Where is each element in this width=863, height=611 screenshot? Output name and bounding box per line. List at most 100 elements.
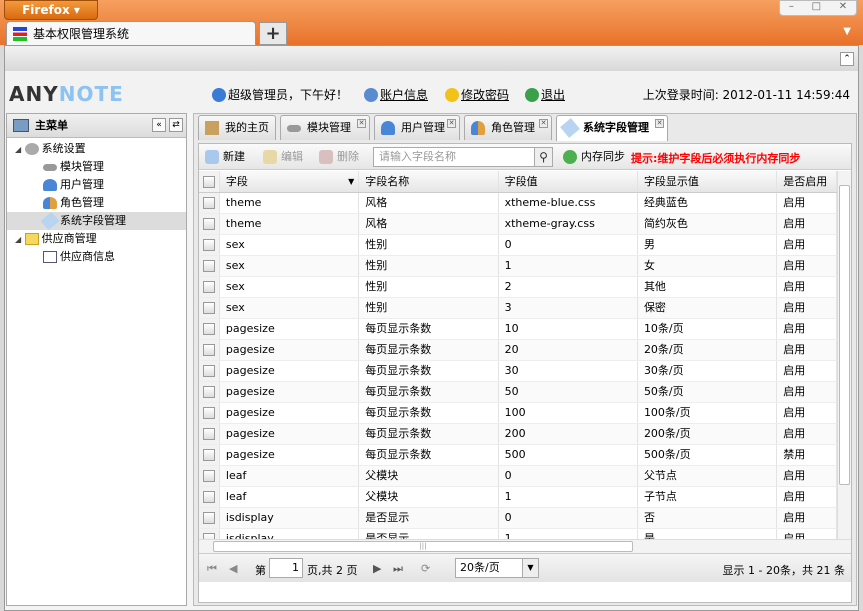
logout-link[interactable]: 退出 [525,86,565,103]
table-cell: 启用 [777,319,837,339]
table-row[interactable]: pagesize 每页显示条数 500 500条/页 禁用 [199,445,837,466]
column-header[interactable]: 是否启用 [777,171,837,192]
top-bar: ⌃ [5,46,858,71]
table-row[interactable]: leaf 父模块 1 子节点 启用 [199,487,837,508]
refresh-tree-button[interactable]: ⇄ [169,118,183,132]
close-tab-icon[interactable]: ✕ [357,119,366,128]
sync-button[interactable]: 内存同步 [563,150,625,164]
table-row[interactable]: pagesize 每页显示条数 10 10条/页 启用 [199,319,837,340]
last-page-button[interactable]: ⏭ [393,562,403,576]
row-checkbox[interactable] [199,382,220,402]
tree-item-role[interactable]: 角色管理 [7,194,186,212]
logo: ANYNOTE [9,82,124,106]
table-cell: pagesize [220,403,360,423]
first-page-button[interactable]: ⏮ [207,562,217,576]
row-checkbox[interactable] [199,277,220,297]
delete-button[interactable]: 删除 [319,150,359,164]
column-header[interactable]: 字段显示值 [638,171,778,192]
row-checkbox[interactable] [199,298,220,318]
scroll-thumb[interactable]: ||| [213,541,633,552]
logout-text[interactable]: 退出 [541,86,565,103]
table-row[interactable]: pagesize 每页显示条数 100 100条/页 启用 [199,403,837,424]
change-password-link[interactable]: 修改密码 [445,86,509,103]
refresh-icon[interactable]: ⟳ [421,562,430,575]
table-cell: 是 [638,529,778,539]
minimize-button[interactable]: – [789,1,794,15]
row-checkbox[interactable] [199,235,220,255]
row-checkbox[interactable] [199,466,220,486]
table-row[interactable]: sex 性别 0 男启用 [199,235,837,256]
table-row[interactable]: leaf 父模块 0 父节点 启用 [199,466,837,487]
page-number-input[interactable]: 1 [269,558,303,578]
row-checkbox[interactable] [199,445,220,465]
tab-role[interactable]: 角色管理 ✕ [464,115,552,140]
table-row[interactable]: sex 性别 3 保密 启用 [199,298,837,319]
maximize-button[interactable]: □ [812,1,821,15]
edit-button[interactable]: 编辑 [263,150,303,164]
row-checkbox[interactable] [199,256,220,276]
select-all-checkbox[interactable] [199,171,220,192]
new-button[interactable]: 新建 [205,150,245,164]
vertical-scrollbar[interactable] [837,171,851,539]
new-tab-button[interactable]: + [259,22,287,45]
close-button[interactable]: ✕ [839,1,847,15]
column-header[interactable]: 字段名称 [359,171,499,192]
table-row[interactable]: pagesize 每页显示条数 30 30条/页 启用 [199,361,837,382]
tab-list-icon[interactable]: ▼ [843,26,851,37]
prev-page-button[interactable]: ◀ [229,562,237,575]
table-row[interactable]: isdisplay 是否显示 0 否启用 [199,508,837,529]
close-tab-icon[interactable]: ✕ [447,119,456,128]
tree-item-user[interactable]: 用户管理 [7,176,186,194]
sort-menu-icon[interactable]: ▼ [348,171,354,192]
collapse-sidebar-button[interactable]: « [152,118,166,132]
fields-grid: 字段 ▼ 字段名称 字段值 字段显示值 是否启用 theme 风格 xtheme-bl… [199,171,837,539]
account-info-link[interactable]: 账户信息 [364,86,428,103]
tab-user[interactable]: 用户管理 ✕ [374,115,460,140]
row-checkbox[interactable] [199,361,220,381]
row-checkbox[interactable] [199,214,220,234]
account-info-text[interactable]: 账户信息 [380,86,428,103]
column-header[interactable]: 字段 ▼ [220,171,360,192]
row-checkbox[interactable] [199,319,220,339]
table-row[interactable]: sex 性别 2 其他 启用 [199,277,837,298]
search-input[interactable]: 请输入字段名称 ⚲ [373,147,553,167]
horizontal-scrollbar[interactable]: ||| [199,539,851,553]
tree-group-system-settings[interactable]: ◢ 系统设置 [7,140,186,158]
tree-group-supplier[interactable]: ◢ 供应商管理 [7,230,186,248]
scroll-thumb[interactable] [839,185,850,485]
close-tab-icon[interactable]: ✕ [655,119,664,128]
tree-item-system-fields[interactable]: 系统字段管理 [7,211,186,231]
tree-item-module[interactable]: 模块管理 [7,158,186,176]
row-checkbox[interactable] [199,193,220,213]
tab-home[interactable]: 我的主页 [198,115,276,140]
tree-item-supplier-info[interactable]: 供应商信息 [7,248,186,266]
next-page-button[interactable]: ▶ [373,562,381,575]
change-password-text[interactable]: 修改密码 [461,86,509,103]
table-row[interactable]: theme 风格 xtheme-blue.css 经典蓝色 启用 [199,193,837,214]
row-checkbox[interactable] [199,529,220,539]
browser-tab[interactable]: 基本权限管理系统 [6,21,256,46]
row-checkbox[interactable] [199,487,220,507]
table-row[interactable]: pagesize 每页显示条数 50 50条/页 启用 [199,382,837,403]
tab-module[interactable]: 模块管理 ✕ [280,115,370,140]
search-icon[interactable]: ⚲ [534,148,552,166]
table-row[interactable]: isdisplay 是否显示 1 是启用 [199,529,837,539]
row-checkbox[interactable] [199,508,220,528]
table-cell: 启用 [777,214,837,234]
table-row[interactable]: pagesize 每页显示条数 200 200条/页 启用 [199,424,837,445]
row-checkbox[interactable] [199,424,220,444]
tab-system-fields[interactable]: 系统字段管理 ✕ [556,115,668,141]
table-cell: 30 [499,361,638,381]
chevron-down-icon[interactable]: ▼ [522,559,538,577]
table-row[interactable]: pagesize 每页显示条数 20 20条/页 启用 [199,340,837,361]
row-checkbox[interactable] [199,403,220,423]
table-row[interactable]: theme 风格 xtheme-gray.css 简约灰色 启用 [199,214,837,235]
close-tab-icon[interactable]: ✕ [539,119,548,128]
page-size-select[interactable]: 20条/页 ▼ [455,558,539,578]
table-cell: 每页显示条数 [359,445,499,465]
column-header[interactable]: 字段值 [499,171,638,192]
table-row[interactable]: sex 性别 1 女启用 [199,256,837,277]
firefox-menu-button[interactable]: Firefox ▾ [4,0,98,20]
collapse-header-button[interactable]: ⌃ [840,52,854,66]
row-checkbox[interactable] [199,340,220,360]
